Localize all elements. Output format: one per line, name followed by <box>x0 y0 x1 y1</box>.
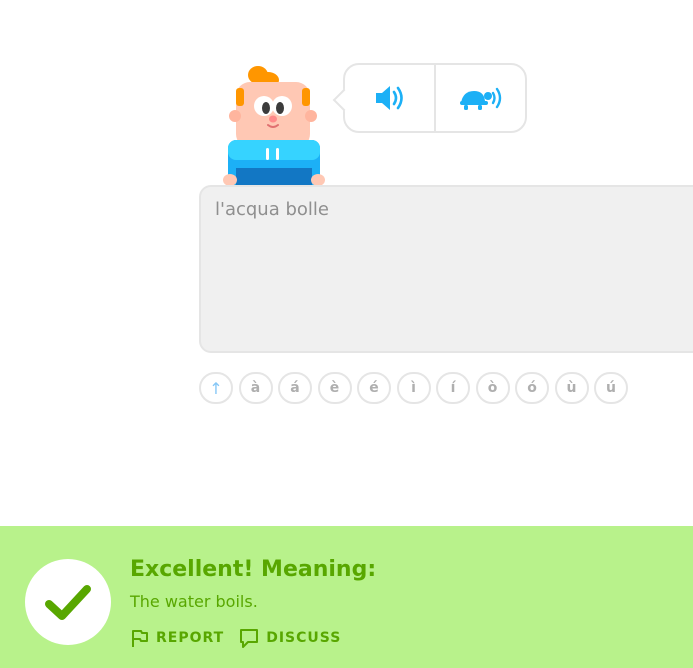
flag-icon <box>132 630 148 647</box>
checkmark-icon <box>45 585 91 620</box>
accent-keyboard: ↑ à á è é ì í ò ó ù ú <box>199 372 628 404</box>
lesson-page: l'acqua bolle ↑ à á è é ì í ò ó ù ú Exce… <box>0 0 693 668</box>
comment-icon <box>240 629 259 648</box>
accent-key-u-grave[interactable]: ù <box>554 372 589 404</box>
accent-key-o-grave[interactable]: ò <box>475 372 510 404</box>
audio-speech-bubble <box>343 63 527 133</box>
accent-key-e-acute[interactable]: é <box>357 372 391 404</box>
feedback-panel: Excellent! Meaning: The water boils. REP… <box>0 526 693 668</box>
accent-key-i-grave[interactable]: ì <box>396 372 431 404</box>
character-illustration <box>220 62 328 186</box>
discuss-label: DISCUSS <box>266 630 342 646</box>
feedback-meaning: The water boils. <box>130 592 258 611</box>
play-audio-button[interactable] <box>345 65 434 131</box>
accent-key-a-acute[interactable]: á <box>278 372 312 404</box>
accent-key-e-grave[interactable]: è <box>317 372 352 404</box>
report-label: REPORT <box>156 630 225 646</box>
answer-text: l'acqua bolle <box>215 199 329 220</box>
character-icon <box>223 66 325 186</box>
accent-key-a-grave[interactable]: à <box>238 372 273 404</box>
shift-key[interactable]: ↑ <box>199 372 233 404</box>
feedback-actions: REPORT DISCUSS <box>130 627 341 649</box>
turtle-speaker-icon <box>459 87 501 110</box>
discuss-button[interactable]: DISCUSS <box>238 627 341 649</box>
success-badge <box>25 559 111 645</box>
play-slow-audio-button[interactable] <box>434 65 525 131</box>
accent-key-u-acute[interactable]: ú <box>594 372 628 404</box>
answer-textarea[interactable]: l'acqua bolle <box>199 185 693 353</box>
speaker-icon <box>375 86 403 110</box>
report-button[interactable]: REPORT <box>130 628 224 648</box>
accent-key-o-acute[interactable]: ó <box>515 372 549 404</box>
feedback-title: Excellent! Meaning: <box>130 557 377 582</box>
accent-key-i-acute[interactable]: í <box>436 372 470 404</box>
